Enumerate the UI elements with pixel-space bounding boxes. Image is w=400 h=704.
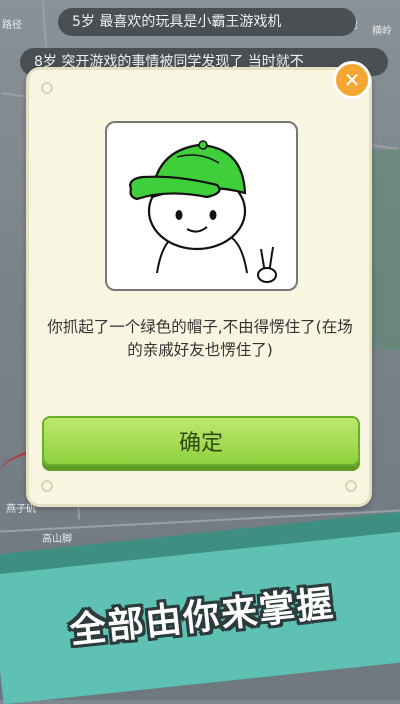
- close-icon: ✕: [343, 68, 361, 92]
- screw-icon: [345, 480, 357, 492]
- map-label: 高山脚: [42, 534, 72, 545]
- screw-icon: [41, 480, 53, 492]
- map-label: 路径: [2, 20, 22, 31]
- close-button[interactable]: ✕: [333, 61, 371, 99]
- event-illustration: [105, 121, 298, 291]
- timeline-entry-1: 5岁 最喜欢的玩具是小霸王游戏机: [58, 8, 356, 36]
- confirm-button[interactable]: 确定: [42, 416, 360, 466]
- event-dialog: 你抓起了一个绿色的帽子,不由得愣住了(在场的亲戚好友也愣住了) 确定: [26, 67, 372, 507]
- map-label: 横岭: [372, 26, 392, 37]
- event-message: 你抓起了一个绿色的帽子,不由得愣住了(在场的亲戚好友也愣住了): [47, 318, 353, 359]
- screw-icon: [41, 82, 53, 94]
- character-green-cap-icon: [129, 140, 277, 283]
